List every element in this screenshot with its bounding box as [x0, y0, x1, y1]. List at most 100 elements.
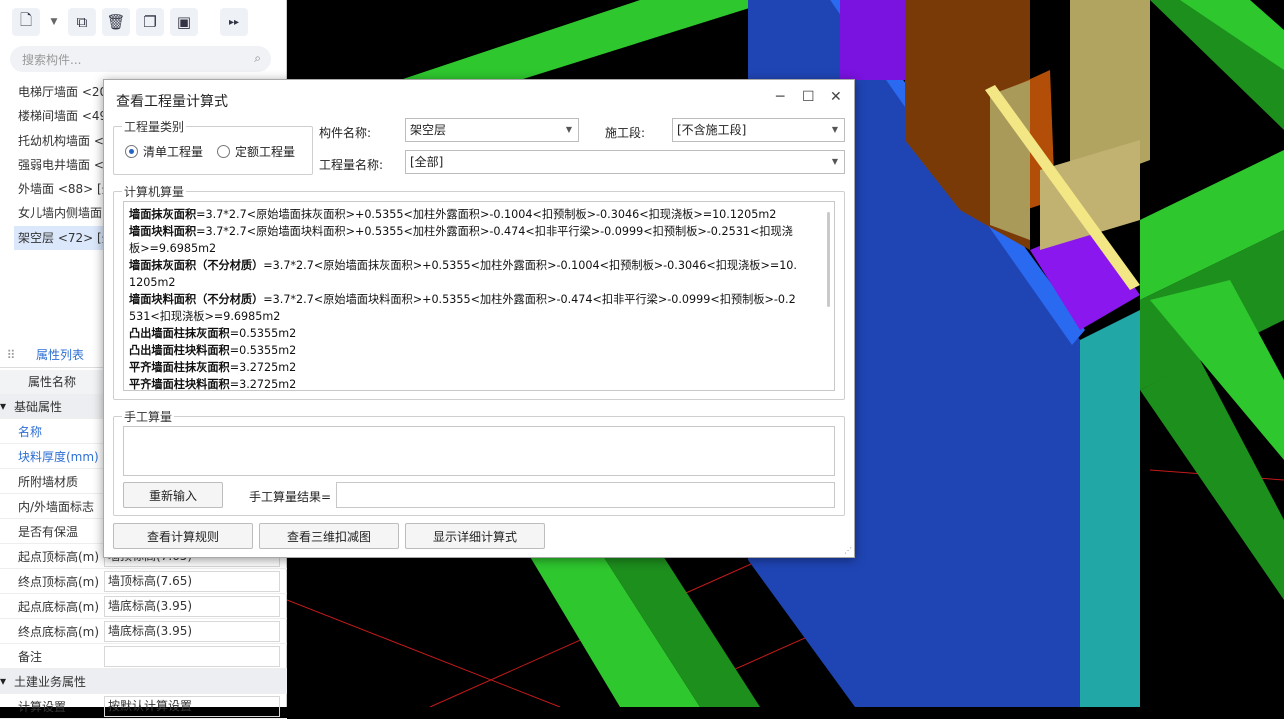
calc-line: 凸出墙面柱抹灰面积=0.5355m2 — [129, 325, 828, 342]
prop-row[interactable]: 备注 — [0, 644, 287, 669]
radio-checked-icon — [125, 145, 138, 158]
prop-name: 起点底标高(m) — [18, 599, 100, 614]
component-toolbar: 🗋 ▼ ⧉ 🗑 ❐ ▣ ▸▸ — [0, 0, 287, 44]
prop-name: 计算设置 — [18, 699, 67, 714]
duplicate-icon[interactable]: ❐ — [136, 8, 164, 36]
prop-group-row[interactable]: ▾ 土建业务属性 — [0, 669, 287, 694]
calc-formula: 1205m2 — [129, 276, 176, 289]
prop-name: 是否有保温 — [18, 524, 79, 539]
quantity-name-label: 工程量名称: — [319, 158, 384, 172]
prop-name: 内/外墙面标志 — [18, 499, 95, 514]
prop-value[interactable]: 墙底标高(3.95) — [104, 595, 280, 617]
prop-name: 土建业务属性 — [14, 674, 87, 689]
computer-calc-label: 计算机算量 — [124, 185, 185, 199]
calc-formula: =3.7*2.7<原始墙面抹灰面积>+0.5355<加柱外露面积>-0.1004… — [196, 208, 777, 221]
vertical-scrollbar[interactable] — [827, 212, 830, 307]
prop-value[interactable]: 墙顶标高(7.65) — [104, 570, 280, 592]
manual-calc-label: 手工算量 — [124, 410, 173, 424]
stage-value: [不含施工段] — [677, 123, 747, 137]
view-3d-deduction-button[interactable]: 查看三维扣减图 — [259, 523, 399, 549]
calc-line: 墙面块料面积=3.7*2.7<原始墙面块料面积>+0.5355<加柱外露面积>-… — [129, 223, 828, 240]
layer-copy-icon[interactable]: ▣ — [170, 8, 198, 36]
calc-line: 平齐墙面柱块料面积=3.2725m2 — [129, 376, 828, 391]
calc-item-name: 平齐墙面柱抹灰面积 — [129, 361, 230, 374]
calc-line: 墙面块料面积（不分材质）=3.7*2.7<原始墙面块料面积>+0.5355<加柱… — [129, 291, 828, 308]
calc-item-name: 凸出墙面柱抹灰面积 — [129, 327, 230, 340]
prop-row[interactable]: 终点底标高(m) 墙底标高(3.95) — [0, 619, 287, 644]
prop-name: 名称 — [18, 424, 43, 439]
radio-quota-quantity[interactable]: 定额工程量 — [217, 143, 295, 160]
view-rules-button[interactable]: 查看计算规则 — [113, 523, 253, 549]
calc-item-name: 墙面抹灰面积 — [129, 208, 197, 221]
component-name-select[interactable]: 架空层 ▼ — [405, 118, 579, 142]
resize-grip-icon[interactable]: ⋰ — [844, 546, 852, 555]
prop-row[interactable]: 起点底标高(m) 墙底标高(3.95) — [0, 594, 287, 619]
new-icon[interactable]: 🗋 — [12, 8, 40, 36]
close-icon[interactable]: ✕ — [830, 89, 842, 105]
calc-formula: =3.7*2.7<原始墙面块料面积>+0.5355<加柱外露面积>-0.474<… — [196, 225, 793, 238]
calc-item-name: 墙面抹灰面积（不分材质） — [129, 259, 264, 272]
manual-formula-input[interactable] — [123, 426, 835, 476]
prop-value[interactable]: 墙底标高(3.95) — [104, 620, 280, 642]
calc-item-name: 墙面块料面积 — [129, 225, 197, 238]
prop-name: 终点底标高(m) — [18, 624, 100, 639]
search-icon[interactable]: ⌕ — [254, 51, 261, 66]
drag-handle-icon[interactable]: ⠿ — [0, 348, 22, 362]
search-placeholder: 搜索构件... — [22, 52, 82, 67]
tree-item[interactable]: 架空层 <72> [外 — [14, 225, 106, 251]
calc-formula: =0.5355m2 — [229, 344, 297, 357]
search-input[interactable]: 搜索构件... ⌕ — [10, 46, 271, 72]
radio-unchecked-icon — [217, 145, 230, 158]
chevron-down-icon[interactable]: ▼ — [46, 8, 62, 36]
copy-icon[interactable]: ⧉ — [68, 8, 96, 36]
component-name-value: 架空层 — [410, 123, 447, 137]
chevron-down-icon: ▼ — [565, 125, 572, 134]
prop-value[interactable]: 按默认计算设置 — [104, 695, 280, 717]
delete-icon[interactable]: 🗑 — [102, 8, 130, 36]
maximize-icon[interactable]: ☐ — [802, 89, 815, 105]
radio-quota-label: 定额工程量 — [235, 145, 296, 159]
calc-line: 凸出墙面柱块料面积=0.5355m2 — [129, 342, 828, 359]
calc-line: 板>=9.6985m2 — [129, 240, 828, 257]
stage-select[interactable]: [不含施工段] ▼ — [672, 118, 845, 142]
calc-line: 墙面抹灰面积（不分材质）=3.7*2.7<原始墙面抹灰面积>+0.5355<加柱… — [129, 257, 828, 274]
calc-formula: =3.2725m2 — [229, 378, 297, 391]
calc-formula-text[interactable]: 墙面抹灰面积=3.7*2.7<原始墙面抹灰面积>+0.5355<加柱外露面积>-… — [123, 201, 835, 391]
quantity-name-value: [全部] — [410, 155, 444, 169]
calc-formula: =0.5355m2 — [229, 327, 297, 340]
radio-bill-label: 清单工程量 — [143, 145, 204, 159]
calc-line: 墙面抹灰面积=3.7*2.7<原始墙面抹灰面积>+0.5355<加柱外露面积>-… — [129, 206, 828, 223]
manual-result-field[interactable] — [336, 482, 835, 508]
prop-value[interactable] — [104, 645, 280, 667]
component-name-label: 构件名称: — [319, 126, 372, 140]
chevron-down-icon: ▼ — [831, 125, 838, 134]
calc-line: 531<扣现浇板>=9.6985m2 — [129, 308, 828, 325]
calc-item-name: 凸出墙面柱块料面积 — [129, 344, 230, 357]
quantity-formula-dialog: 查看工程量计算式 ─ ☐ ✕ 工程量类别 清单工程量 定额工程量 构件名称: 架… — [103, 79, 855, 558]
prop-name: 终点顶标高(m) — [18, 574, 100, 589]
prop-row[interactable]: 终点顶标高(m) 墙顶标高(7.65) — [0, 569, 287, 594]
prop-name: 起点顶标高(m) — [18, 549, 100, 564]
prop-name: 所附墙材质 — [18, 474, 79, 489]
calc-item-name: 平齐墙面柱块料面积 — [129, 378, 230, 391]
manual-result-label: 手工算量结果= — [249, 490, 332, 504]
calc-formula: =3.7*2.7<原始墙面抹灰面积>+0.5355<加柱外露面积>-0.1004… — [263, 259, 797, 272]
more-icon[interactable]: ▸▸ — [220, 8, 248, 36]
prop-name: 块料厚度(mm) — [18, 449, 99, 464]
calc-formula: =3.7*2.7<原始墙面块料面积>+0.5355<加柱外露面积>-0.474<… — [263, 293, 796, 306]
minimize-icon[interactable]: ─ — [776, 89, 784, 105]
calc-line: 平齐墙面柱抹灰面积=3.2725m2 — [129, 359, 828, 376]
stage-label: 施工段: — [605, 126, 646, 140]
tab-properties[interactable]: 属性列表 — [22, 346, 84, 363]
quantity-name-select[interactable]: [全部] ▼ — [405, 150, 845, 174]
show-detail-formula-button[interactable]: 显示详细计算式 — [405, 523, 545, 549]
calc-item-name: 墙面块料面积（不分材质） — [129, 293, 264, 306]
chevron-down-icon: ▼ — [831, 157, 838, 166]
radio-bill-quantity[interactable]: 清单工程量 — [125, 143, 203, 160]
prop-name: 备注 — [18, 649, 43, 664]
reenter-button[interactable]: 重新输入 — [123, 482, 223, 508]
dialog-title: 查看工程量计算式 — [116, 94, 228, 110]
quantity-type-label: 工程量类别 — [124, 120, 185, 134]
calc-formula: =3.2725m2 — [229, 361, 297, 374]
calc-formula: 531<扣现浇板>=9.6985m2 — [129, 310, 281, 323]
